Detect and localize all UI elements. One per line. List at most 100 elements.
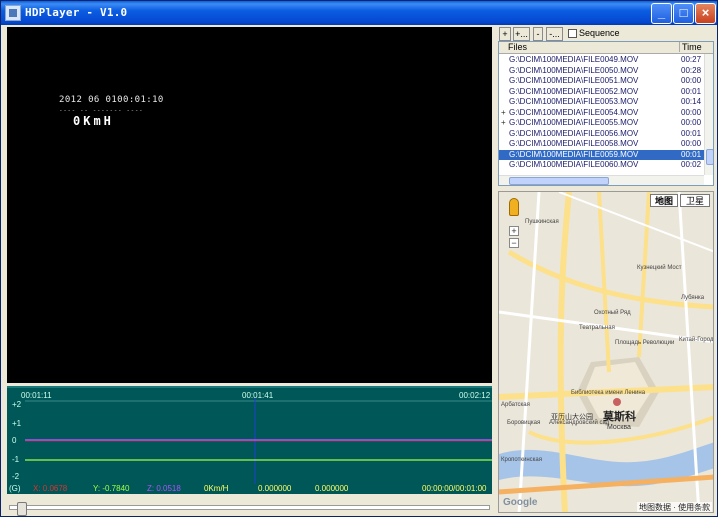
minimize-button[interactable]: _ xyxy=(651,3,672,24)
map-label: Пушкинская xyxy=(525,219,559,225)
map-tab-map[interactable]: 地图 xyxy=(650,194,678,207)
z-value: Z: 0.0518 xyxy=(147,484,181,493)
file-row[interactable]: G:\DCIM\100MEDIA\FILE0058.MOV 00:00 xyxy=(499,139,705,149)
file-row[interactable]: G:\DCIM\100MEDIA\FILE0049.MOV 00:27 xyxy=(499,55,705,65)
speed-value: 0Km/H xyxy=(204,484,229,493)
column-header-time[interactable]: Time xyxy=(679,42,702,52)
file-row-name: G:\DCIM\100MEDIA\FILE0050.MOV xyxy=(509,65,639,75)
file-row[interactable]: G:\DCIM\100MEDIA\FILE0059.MOV 00:01 xyxy=(499,149,705,160)
graph-time-mid: 00:01:41 xyxy=(242,391,274,400)
file-row-name: G:\DCIM\100MEDIA\FILE0049.MOV xyxy=(509,55,639,64)
file-row-time: 00:27 xyxy=(681,55,702,64)
map-streets xyxy=(499,192,713,512)
file-row[interactable]: + G:\DCIM\100MEDIA\FILE0055.MOV 00:00 xyxy=(499,118,705,128)
gsensor-plot xyxy=(25,398,492,484)
g-unit-label: (G) xyxy=(9,484,21,493)
file-list-header: Files Time xyxy=(499,42,713,54)
file-row-name: G:\DCIM\100MEDIA\FILE0055.MOV xyxy=(509,118,639,127)
map-label: Арбатская xyxy=(501,402,530,408)
zoom-out-button[interactable]: − xyxy=(509,238,519,248)
remove-file-button[interactable]: - xyxy=(533,27,543,41)
close-button[interactable]: × xyxy=(695,3,716,24)
file-row-time: 00:01 xyxy=(681,128,702,138)
map-label: Площадь Революции xyxy=(615,340,675,346)
file-row-name: G:\DCIM\100MEDIA\FILE0054.MOV xyxy=(509,107,639,117)
file-row-time: 00:00 xyxy=(681,76,702,85)
file-row-time: 00:14 xyxy=(681,97,702,106)
file-row-name: G:\DCIM\100MEDIA\FILE0053.MOV xyxy=(509,97,639,106)
map-tab-satellite[interactable]: 卫星 xyxy=(680,194,710,207)
app-icon xyxy=(5,5,21,21)
graph-ylabel: +2 xyxy=(12,400,22,409)
map-label: Охотный Ряд xyxy=(594,310,631,316)
file-row-name: G:\DCIM\100MEDIA\FILE0060.MOV xyxy=(509,160,639,169)
file-row-name: G:\DCIM\100MEDIA\FILE0059.MOV xyxy=(509,149,639,159)
map-label: Кузнецкий Мост xyxy=(637,265,682,271)
map-label: Кропоткинская xyxy=(501,457,543,463)
file-row-time: 00:00 xyxy=(681,139,702,148)
sequence-label: Sequence xyxy=(579,28,620,38)
file-row-name: G:\DCIM\100MEDIA\FILE0058.MOV xyxy=(509,139,639,148)
app-window: HDPlayer - V1.0 _ □ × 2012 06 0100:01:10… xyxy=(0,0,718,517)
file-row-time: 00:00 xyxy=(681,107,702,117)
seek-slider[interactable] xyxy=(7,497,492,515)
map-label: Библиотека имени Ленина xyxy=(571,390,646,396)
playback-position: 00:00:00/00:01:00 xyxy=(422,484,487,493)
graph-ylabel: -1 xyxy=(12,455,20,464)
column-header-files[interactable]: Files xyxy=(508,42,527,52)
file-row-name: G:\DCIM\100MEDIA\FILE0056.MOV xyxy=(509,128,639,138)
title-bar[interactable]: HDPlayer - V1.0 _ □ × xyxy=(1,1,717,25)
zoom-in-button[interactable]: + xyxy=(509,226,519,236)
map-label: Лубянка xyxy=(681,295,705,301)
horizontal-scroll-thumb[interactable] xyxy=(509,177,609,185)
google-logo: Google xyxy=(503,497,538,508)
street-view-pegman-icon[interactable] xyxy=(509,198,519,216)
file-row-time: 00:28 xyxy=(681,65,702,75)
file-row-time: 00:01 xyxy=(681,149,702,159)
file-row-name: G:\DCIM\100MEDIA\FILE0052.MOV xyxy=(509,86,639,96)
graph-ylabel: -2 xyxy=(12,472,20,481)
map-label: Театральная xyxy=(579,325,615,331)
file-row[interactable]: G:\DCIM\100MEDIA\FILE0051.MOV 00:00 xyxy=(499,76,705,86)
graph-time-left: 00:01:11 xyxy=(21,391,52,400)
file-row-time: 00:01 xyxy=(681,86,702,96)
add-file-button[interactable]: + xyxy=(499,27,511,41)
gsensor-graph[interactable]: 00:01:11 00:01:41 00:02:12 +2 +1 0 -1 -2… xyxy=(7,386,492,494)
map-city-label: Москва xyxy=(607,424,631,431)
map-view[interactable]: + − 地图 卫星 Пушкинская Кузнецкий Мост Лубя… xyxy=(498,191,714,513)
file-row-name: G:\DCIM\100MEDIA\FILE0051.MOV xyxy=(509,76,639,85)
map-label: Боровицкая xyxy=(507,420,541,426)
file-row-marker[interactable]: + xyxy=(501,118,506,128)
vertical-scroll-thumb[interactable] xyxy=(706,149,713,165)
file-row[interactable]: G:\DCIM\100MEDIA\FILE0060.MOV 00:02 xyxy=(499,160,705,170)
file-row-time: 00:00 xyxy=(681,118,702,127)
sequence-checkbox[interactable] xyxy=(568,29,577,38)
map-footer[interactable]: 地图数据 · 使用条款 xyxy=(637,502,713,512)
file-row[interactable]: G:\DCIM\100MEDIA\FILE0053.MOV 00:14 xyxy=(499,97,705,107)
file-row[interactable]: + G:\DCIM\100MEDIA\FILE0054.MOV 00:00 xyxy=(499,108,705,118)
add-files-button[interactable]: +... xyxy=(513,27,530,41)
video-display[interactable]: 2012 06 0100:01:10 ---- -- ------- ---- … xyxy=(7,27,492,383)
seek-slider-thumb[interactable] xyxy=(17,502,27,516)
graph-time-right: 00:02:12 xyxy=(459,391,491,400)
map-label: Китай-Город xyxy=(679,337,714,343)
window-title: HDPlayer - V1.0 xyxy=(25,6,128,19)
longitude-value: 0.000000 xyxy=(315,484,349,493)
file-list[interactable]: Files Time G:\DCIM\100MEDIA\FILE0049.MOV… xyxy=(498,41,714,186)
latitude-value: 0.000000 xyxy=(258,484,292,493)
file-row-marker[interactable]: + xyxy=(501,108,506,118)
x-value: X: 0.0678 xyxy=(33,484,68,493)
map-city-label: 莫斯科 xyxy=(603,411,636,423)
osd-datetime: 2012 06 0100:01:10 xyxy=(59,95,164,105)
file-row[interactable]: G:\DCIM\100MEDIA\FILE0052.MOV 00:01 xyxy=(499,87,705,97)
file-row-time: 00:02 xyxy=(681,160,702,169)
remove-files-button[interactable]: -... xyxy=(546,27,563,41)
y-value: Y: -0.7840 xyxy=(93,484,130,493)
file-row[interactable]: G:\DCIM\100MEDIA\FILE0056.MOV 00:01 xyxy=(499,129,705,139)
maximize-button[interactable]: □ xyxy=(673,3,694,24)
file-row[interactable]: G:\DCIM\100MEDIA\FILE0050.MOV 00:28 xyxy=(499,66,705,76)
graph-ylabel: 0 xyxy=(12,436,17,445)
vertical-scrollbar[interactable] xyxy=(704,54,713,175)
graph-status-bar: (G) X: 0.0678 Y: -0.7840 Z: 0.0518 0Km/H… xyxy=(7,484,492,496)
horizontal-scrollbar[interactable] xyxy=(499,175,704,185)
